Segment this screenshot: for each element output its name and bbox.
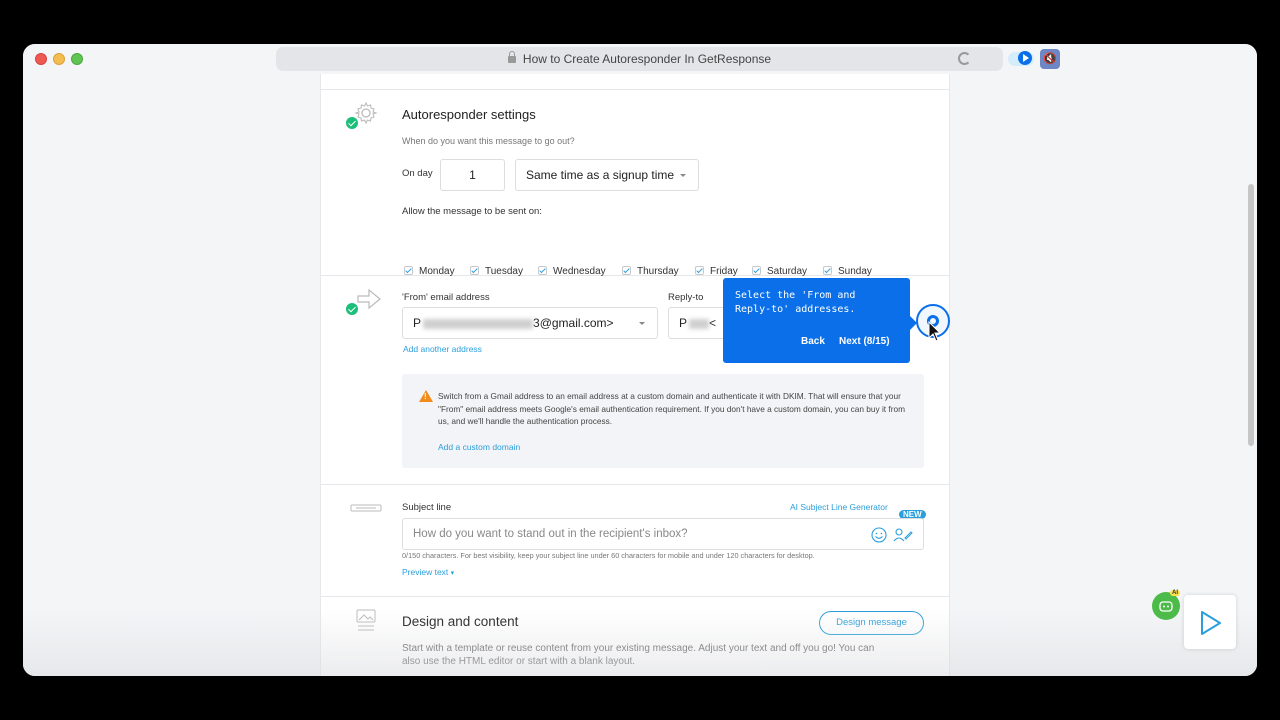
reply-to-value-start: P [679,316,688,330]
reload-icon[interactable] [958,52,971,65]
checkbox-checked-icon[interactable] [404,266,413,275]
from-email-select[interactable]: P 3@gmail.com> [402,307,658,339]
ai-subject-generator-link[interactable]: AI Subject Line Generator [790,502,888,512]
divider [321,484,949,485]
personalize-icon[interactable] [893,527,913,543]
checkbox-checked-icon[interactable] [823,266,832,275]
warning-text: Switch from a Gmail address to an email … [438,391,905,426]
day-checkbox-saturday[interactable]: Saturday [752,265,807,277]
preview-text-label: Preview text [402,567,449,577]
subject-line-icon [350,504,382,512]
chevron-down-icon [680,174,686,177]
day-checkbox-tuesday[interactable]: Tuesday [470,265,523,277]
day-label: Monday [419,266,455,277]
design-message-button[interactable]: Design message [819,611,924,635]
day-checkbox-wednesday[interactable]: Wednesday [538,265,606,277]
day-label: Thursday [637,266,679,277]
from-email-value-start: P [413,316,422,330]
close-window-button[interactable] [35,53,47,65]
divider [321,89,949,90]
day-label: Friday [710,266,738,277]
send-time-question: When do you want this message to go out? [402,136,575,146]
ai-assistant-button[interactable] [1152,592,1180,620]
day-number-input[interactable]: 1 [440,159,505,191]
day-label: Tuesday [485,266,523,277]
warning-icon [419,390,433,402]
reply-to-label: Reply-to [668,292,704,303]
checkbox-checked-icon[interactable] [470,266,479,275]
minimize-window-button[interactable] [53,53,65,65]
address-bar[interactable]: How to Create Autoresponder In GetRespon… [276,47,1003,71]
chevron-down-icon: ▾ [450,570,455,577]
tooltip-text: Select the 'From and Reply-to' addresses… [735,289,855,317]
allow-days-label: Allow the message to be sent on: [402,206,542,217]
from-email-label: 'From' email address [402,292,490,303]
tour-back-button[interactable]: Back [801,336,825,347]
day-checkbox-sunday[interactable]: Sunday [823,265,872,277]
completed-check-icon [344,301,360,317]
video-play-button[interactable] [1184,595,1236,649]
tooltip-text-line: Select the 'From and [735,290,856,301]
description-line: also use the HTML editor or start with a… [402,655,636,667]
day-checkbox-friday[interactable]: Friday [695,265,738,277]
page-title: How to Create Autoresponder In GetRespon… [522,52,772,66]
play-icon [1201,611,1221,635]
add-another-address-link[interactable]: Add another address [403,344,482,354]
redacted-text [423,318,534,329]
chevron-down-icon [639,322,645,325]
emoji-icon[interactable] [871,527,887,543]
title-bar: How to Create Autoresponder In GetRespon… [23,44,1257,74]
scrollbar[interactable] [1248,184,1254,446]
day-label: Saturday [767,266,808,277]
completed-check-icon [344,115,360,131]
tooltip-text-line: Reply-to' addresses. [735,304,856,315]
play-toggle-icon[interactable] [1018,51,1032,65]
from-email-value-end: 3@gmail.com> [533,316,614,330]
checkbox-checked-icon[interactable] [538,266,547,275]
maximize-window-button[interactable] [71,53,83,65]
day-checkbox-thursday[interactable]: Thursday [622,265,679,277]
robot-icon [1159,601,1173,612]
image-icon [356,609,376,631]
divider [321,596,949,597]
on-day-label: On day [402,168,433,179]
design-description: Start with a template or reuse content f… [402,643,874,668]
subject-line-input[interactable]: How do you want to stand out in the reci… [402,518,924,550]
description-line: Start with a template or reuse content f… [402,643,875,654]
design-content-title: Design and content [402,614,519,629]
subject-line-label: Subject line [402,502,452,513]
checkbox-checked-icon[interactable] [622,266,631,275]
subject-line-hint: 0/150 characters. For best visibility, k… [402,551,815,560]
checkbox-checked-icon[interactable] [752,266,761,275]
lock-icon [507,51,516,63]
tour-next-button[interactable]: Next (8/15) [839,336,890,347]
gmail-warning-box: Switch from a Gmail address to an email … [402,374,924,468]
redacted-text [689,318,710,329]
checkbox-checked-icon[interactable] [695,266,704,275]
autoresponder-settings-title: Autoresponder settings [402,107,536,122]
browser-window: How to Create Autoresponder In GetRespon… [23,44,1257,676]
mouse-cursor-icon [928,321,942,342]
day-label: Wednesday [553,266,606,277]
day-checkbox-monday[interactable]: Monday [404,265,455,277]
add-custom-domain-link[interactable]: Add a custom domain [438,442,520,452]
send-time-select-value: Same time as a signup time [526,168,675,182]
send-time-select[interactable]: Same time as a signup time [515,159,699,191]
speaker-muted-icon[interactable]: 🔇 [1040,49,1060,69]
reply-to-value-end: < [709,316,717,330]
day-label: Sunday [838,266,872,277]
preview-text-toggle[interactable]: Preview text ▾ [402,567,454,577]
tour-tooltip: Select the 'From and Reply-to' addresses… [723,278,917,363]
ai-badge: AI [1170,590,1180,596]
subject-line-placeholder: How do you want to stand out in the reci… [413,528,688,540]
